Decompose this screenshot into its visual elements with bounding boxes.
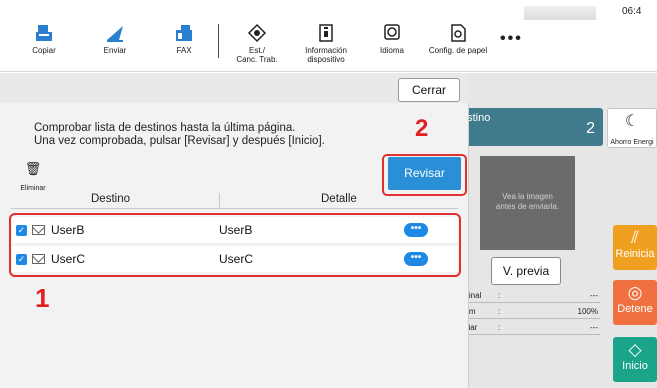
send-icon: [107, 26, 123, 42]
destination-check-dialog: Cerrar Comprobar lista de destinos hasta…: [0, 73, 469, 388]
paper-config-label: Config. de papel: [428, 46, 488, 55]
job-status-button[interactable]: Est./ Canc. Trab.: [227, 22, 287, 64]
table-row[interactable]: ✓ UserC UserC •••: [12, 246, 458, 272]
info-value: ---: [590, 291, 598, 300]
destination-count: 2: [586, 120, 595, 137]
more-options-icon[interactable]: •••: [404, 252, 428, 266]
instruction-message: Comprobar lista de destinos hasta la últ…: [34, 122, 325, 147]
toolbar-divider: [218, 24, 219, 58]
top-toolbar: Copiar Enviar FAX Est./ Canc. Trab. Info…: [0, 0, 657, 72]
column-divider: [219, 193, 220, 208]
paper-config-icon: [451, 24, 466, 42]
job-status-icon: [247, 23, 267, 43]
device-info-icon: [319, 24, 333, 42]
more-options-icon[interactable]: •••: [404, 223, 428, 237]
fax-label: FAX: [176, 46, 192, 55]
row-detail: UserC: [219, 252, 254, 266]
start-button[interactable]: ◇ Inicio: [613, 337, 657, 382]
info-value: ---: [590, 323, 598, 332]
checkbox[interactable]: ✓: [16, 225, 27, 236]
stop-label: Detene: [617, 303, 653, 315]
table-header: Destino Detalle: [11, 193, 458, 209]
delete-button[interactable]: 🗑 Eliminar: [18, 161, 48, 195]
moon-icon: ☾: [624, 113, 640, 130]
energy-saver-button[interactable]: ☾ Ahorro Energi: [607, 108, 657, 148]
delete-label: Eliminar: [20, 185, 46, 192]
preview-button[interactable]: V. previa: [491, 257, 561, 285]
language-button[interactable]: Idioma: [362, 22, 422, 55]
trash-icon: 🗑: [24, 161, 42, 176]
row-destination: UserB: [51, 223, 85, 237]
destination-summary[interactable]: estino 2: [455, 108, 603, 146]
copy-button[interactable]: Copiar: [14, 22, 74, 55]
copy-icon: [36, 25, 52, 41]
mail-icon: [32, 254, 45, 264]
status-area: [524, 6, 596, 20]
info-row-original: riginal : ---: [460, 291, 600, 303]
info-row-zoom: oom : 100%: [460, 307, 600, 319]
energy-saver-label: Ahorro Energi: [610, 139, 654, 146]
start-icon: ◇: [628, 340, 642, 359]
reset-button[interactable]: ⫽ Reinicia: [613, 225, 657, 270]
close-button[interactable]: Cerrar: [398, 78, 460, 102]
clock: 06:4: [622, 6, 642, 17]
step-marker-1: 1: [35, 283, 50, 313]
device-info-button[interactable]: Información dispositivo: [296, 22, 356, 64]
more-button[interactable]: •••: [500, 30, 523, 48]
send-button[interactable]: Enviar: [85, 22, 145, 55]
language-label: Idioma: [379, 46, 404, 55]
row-detail: UserB: [219, 223, 253, 237]
info-value: 100%: [577, 307, 598, 316]
copy-label: Copiar: [32, 46, 56, 55]
reset-icon: ⫽: [631, 228, 639, 247]
fax-icon: [176, 25, 192, 41]
device-info-label: Información dispositivo: [305, 46, 347, 64]
stop-icon: ◎: [627, 283, 643, 302]
reset-label: Reinicia: [615, 248, 655, 260]
row-destination: UserC: [51, 252, 86, 266]
start-label: Inicio: [622, 360, 648, 372]
fax-button[interactable]: FAX: [154, 22, 214, 55]
mail-icon: [32, 225, 45, 235]
job-status-label: Est./ Canc. Trab.: [236, 46, 278, 64]
stop-button[interactable]: ◎ Detene: [613, 280, 657, 325]
preview-placeholder: Vea la imagen antes de enviarla.: [480, 156, 575, 250]
send-label: Enviar: [103, 46, 127, 55]
info-row-send: nviar : ---: [460, 323, 600, 335]
paper-config-button[interactable]: Config. de papel: [428, 22, 488, 55]
column-destination: Destino: [91, 193, 130, 205]
column-detail: Detalle: [321, 193, 357, 205]
step-marker-2: 2: [415, 115, 429, 142]
check-button[interactable]: Revisar: [388, 157, 461, 190]
checkbox[interactable]: ✓: [16, 254, 27, 265]
language-icon: [384, 24, 400, 40]
table-row[interactable]: ✓ UserB UserB •••: [12, 217, 458, 243]
